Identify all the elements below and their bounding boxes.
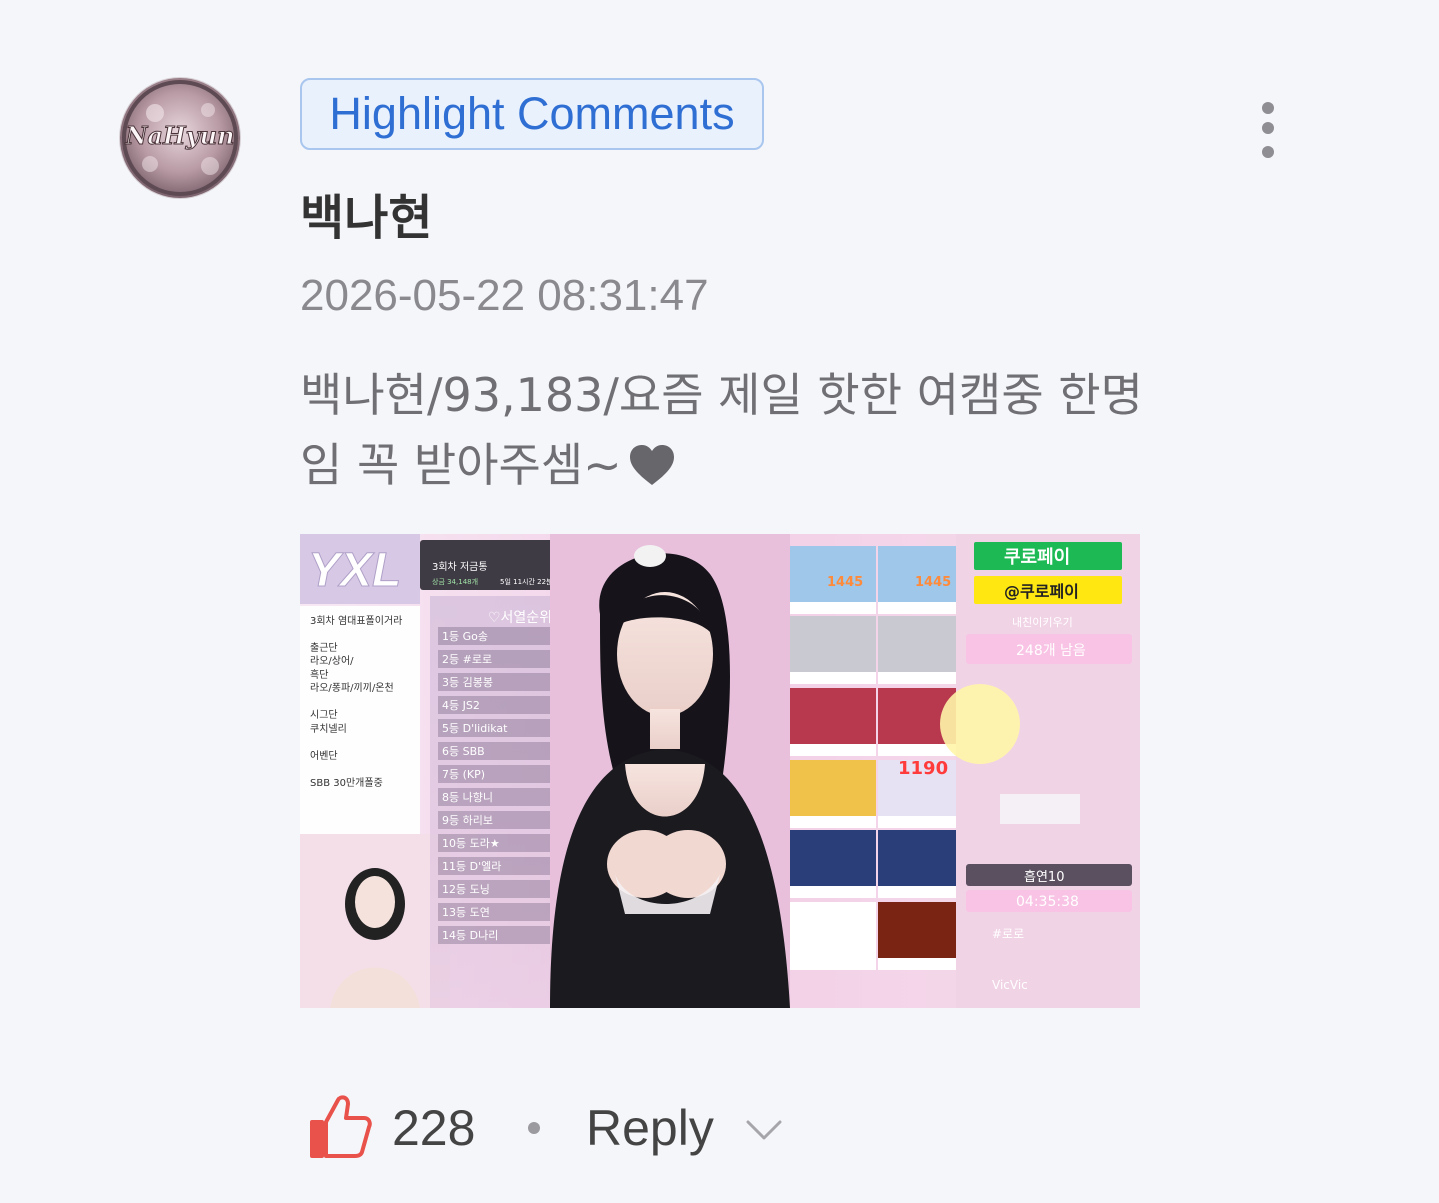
gift-tile bbox=[878, 546, 964, 602]
left-list-item: 라오/상어/ bbox=[310, 655, 354, 667]
left-list-item: 어벤단 bbox=[310, 750, 338, 762]
gift-tile bbox=[878, 830, 964, 886]
comment-body: 백나현/93,183/요즘 제일 핫한 여캠중 한명임 꼭 받아주셈~ bbox=[300, 360, 1160, 506]
gift-caption bbox=[790, 886, 876, 898]
comment-text: 백나현/93,183/요즘 제일 핫한 여캠중 한명임 꼭 받아주셈~ bbox=[300, 368, 1143, 492]
avatar-text: NaHyun bbox=[124, 121, 234, 150]
username[interactable]: 백나현 bbox=[300, 186, 432, 250]
rank-label: 11등 D'엘라 bbox=[442, 860, 501, 873]
gift-caption bbox=[878, 886, 964, 898]
left-list-item: 출근단 bbox=[310, 642, 338, 654]
like-count: 228 bbox=[392, 1100, 476, 1156]
left-list-item: 쿠치넬리 bbox=[310, 723, 347, 735]
gift-caption bbox=[790, 816, 876, 828]
comment-card: NaHyun Highlight Comments 백나현 2026-05-22… bbox=[0, 0, 1439, 1203]
left-list-item: 3회차 염대표폴이거라 bbox=[310, 615, 402, 627]
thumbs-up-icon[interactable] bbox=[306, 1092, 372, 1162]
rank-label: 13등 도연 bbox=[442, 906, 490, 919]
comment-actions: 228 Reply bbox=[306, 1092, 826, 1172]
panel-title: 3회차 저금통 bbox=[432, 561, 488, 573]
attached-stream-screenshot[interactable]: YXL 3회차 염대표폴이거라출근단 라오/상어/흑단 라오/퐁파/끼끼/온천시그단… bbox=[300, 534, 1140, 1008]
rank-label: 4등 JS2 bbox=[442, 699, 480, 712]
gift-tile bbox=[790, 616, 876, 672]
rank-label: 2등 #로로 bbox=[442, 653, 492, 666]
gift-caption bbox=[790, 602, 876, 614]
gift-tile bbox=[790, 688, 876, 744]
gift-tile bbox=[878, 902, 964, 958]
gift-number: 1190 bbox=[898, 758, 948, 779]
left-list-item: 흑단 bbox=[310, 668, 328, 681]
rank-label: 8등 나향니 bbox=[442, 791, 493, 804]
pay-top: 쿠로페이 bbox=[1004, 547, 1070, 568]
gift-tile bbox=[790, 902, 876, 958]
rank-label: 9등 하리보 bbox=[442, 813, 493, 827]
gift-count-1: 1445 bbox=[827, 575, 863, 590]
left-list-item: 라오/퐁파/끼끼/온천 bbox=[310, 682, 394, 694]
gift-caption bbox=[790, 958, 876, 970]
gift-tile bbox=[878, 616, 964, 672]
kebab-menu-icon[interactable] bbox=[1252, 100, 1284, 164]
gift-caption bbox=[878, 602, 964, 614]
gift-caption bbox=[878, 672, 964, 684]
left-list-item: SBB 30만개폴중 bbox=[310, 777, 383, 789]
rank-label: 6등 SBB bbox=[442, 745, 485, 758]
reply-button[interactable]: Reply bbox=[586, 1096, 714, 1160]
left-list-item: 시그단 bbox=[310, 709, 338, 721]
timer-label: 흡연10 bbox=[1024, 870, 1064, 885]
logo-text: YXL bbox=[308, 544, 401, 597]
pay-bottom: @쿠로페이 bbox=[1004, 582, 1079, 601]
chevron-down-icon[interactable] bbox=[744, 1110, 784, 1150]
rank-label: 10등 도라★ bbox=[442, 837, 500, 850]
rank-label: 7등 (KP) bbox=[442, 768, 485, 781]
gift-caption bbox=[878, 958, 964, 970]
separator-dot bbox=[528, 1122, 540, 1134]
chat-2: VicVic bbox=[992, 978, 1028, 992]
rank-label: 14등 D나리 bbox=[442, 929, 498, 942]
remaining: 248개 남음 bbox=[1016, 643, 1086, 659]
rank-label: 12등 도닝 bbox=[442, 883, 490, 896]
gift-caption bbox=[790, 744, 876, 756]
gift-caption bbox=[790, 672, 876, 684]
timestamp: 2026-05-22 08:31:47 bbox=[300, 271, 709, 320]
chat-1: #로로 bbox=[992, 927, 1024, 941]
stream-image: YXL 3회차 염대표폴이거라출근단라오/상어/흑단라오/퐁파/끼끼/온천시그단… bbox=[300, 534, 1140, 1008]
timer: 04:35:38 bbox=[1016, 894, 1079, 910]
avatar-image: NaHyun bbox=[122, 80, 238, 196]
heart-icon bbox=[629, 436, 674, 506]
gift-tile bbox=[790, 546, 876, 602]
highlight-comments-badge[interactable]: Highlight Comments bbox=[300, 78, 764, 150]
gift-tile bbox=[790, 760, 876, 816]
gift-tile bbox=[790, 830, 876, 886]
gift-count-2: 1445 bbox=[915, 575, 951, 590]
avatar[interactable]: NaHyun bbox=[120, 78, 240, 198]
rank-label: 1등 Go송 bbox=[442, 630, 488, 643]
rank-label: 3등 김봉봉 bbox=[442, 676, 493, 689]
rank-label: 5등 D'lidikat bbox=[442, 722, 508, 735]
panel-sub: 상금 34,148개 bbox=[432, 577, 478, 586]
gift-caption bbox=[878, 816, 964, 828]
remaining-label: 내친이키우기 bbox=[1012, 616, 1073, 629]
